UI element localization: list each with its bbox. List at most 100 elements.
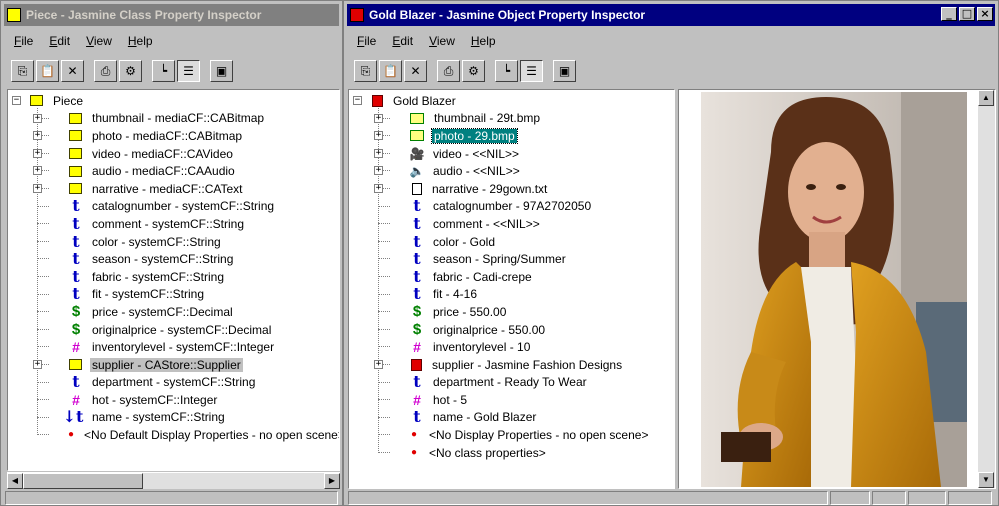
- paste-icon[interactable]: 📋: [36, 60, 59, 82]
- print-icon[interactable]: ⎙: [94, 60, 117, 82]
- class-folder-icon: [69, 165, 82, 177]
- menu-view[interactable]: View: [86, 34, 112, 48]
- tree-item[interactable]: + photo - mediaCF::CABitmap: [8, 127, 339, 145]
- expand-icon[interactable]: +: [374, 148, 383, 158]
- tree-item[interactable]: t comment - systemCF::String: [8, 215, 339, 233]
- properties-icon[interactable]: ⚙: [462, 60, 485, 82]
- expand-icon[interactable]: +: [374, 131, 383, 141]
- tree-item[interactable]: t fabric - Cadi-crepe: [349, 268, 674, 286]
- scroll-right-icon[interactable]: ▶: [324, 473, 340, 489]
- expand-icon[interactable]: +: [33, 148, 42, 158]
- tree-item[interactable]: ↓t name - systemCF::String: [8, 409, 339, 427]
- close-icon[interactable]: ×: [977, 7, 993, 21]
- tree-connector: [37, 381, 49, 383]
- expand-icon[interactable]: +: [33, 166, 42, 176]
- tree-item[interactable]: t department - Ready To Wear: [349, 374, 674, 392]
- tree-item[interactable]: ● <No Display Properties - no open scene>: [349, 426, 674, 444]
- tree-item[interactable]: t color - systemCF::String: [8, 233, 339, 251]
- menu-view[interactable]: View: [429, 34, 455, 48]
- expand-icon[interactable]: +: [33, 183, 42, 193]
- tree-item[interactable]: + thumbnail - 29t.bmp: [349, 110, 674, 128]
- tree-item[interactable]: $ originalprice - 550.00: [349, 321, 674, 339]
- tree-item[interactable]: t fit - 4-16: [349, 286, 674, 304]
- tree-view-icon[interactable]: ┕: [152, 60, 175, 82]
- tree-item[interactable]: t season - Spring/Summer: [349, 250, 674, 268]
- tree-item[interactable]: t catalognumber - systemCF::String: [8, 198, 339, 216]
- menu-file[interactable]: File: [14, 34, 33, 48]
- tree-item[interactable]: t comment - <<NIL>>: [349, 215, 674, 233]
- tree-item[interactable]: t fabric - systemCF::String: [8, 268, 339, 286]
- tree-item[interactable]: ● <No Default Display Properties - no ope…: [8, 426, 339, 444]
- expand-icon[interactable]: +: [33, 131, 42, 141]
- tree-item[interactable]: + photo - 29.bmp: [349, 127, 674, 145]
- tree-view-icon[interactable]: ┕: [495, 60, 518, 82]
- tree-item[interactable]: + supplier - Jasmine Fashion Designs: [349, 356, 674, 374]
- tree-connector: [378, 451, 390, 453]
- vertical-scrollbar[interactable]: ▲ ▼: [978, 90, 995, 488]
- tree-item[interactable]: t catalognumber - 97A2702050: [349, 198, 674, 216]
- tree-item[interactable]: t season - systemCF::String: [8, 250, 339, 268]
- tree-item[interactable]: $ originalprice - systemCF::Decimal: [8, 321, 339, 339]
- expand-icon[interactable]: +: [374, 359, 383, 369]
- expand-icon[interactable]: +: [33, 359, 42, 369]
- list-view-icon[interactable]: ☰: [520, 60, 543, 82]
- object-inspector-titlebar[interactable]: Gold Blazer - Jasmine Object Property In…: [347, 4, 995, 26]
- scroll-left-icon[interactable]: ◀: [7, 473, 23, 489]
- menu-help[interactable]: Help: [128, 34, 153, 48]
- tree-item[interactable]: + thumbnail - mediaCF::CABitmap: [8, 110, 339, 128]
- expand-icon[interactable]: +: [33, 113, 42, 123]
- collapse-icon[interactable]: −: [353, 96, 362, 105]
- scroll-down-icon[interactable]: ▼: [978, 472, 994, 488]
- menu-help[interactable]: Help: [471, 34, 496, 48]
- copy-icon[interactable]: ⎘: [354, 60, 377, 82]
- minimize-icon[interactable]: _: [941, 7, 957, 21]
- scroll-up-icon[interactable]: ▲: [978, 90, 994, 106]
- maximize-icon[interactable]: □: [959, 7, 975, 21]
- object-property-tree[interactable]: − Gold Blazer + thumbnail - 29t.bmp + photo -…: [348, 89, 675, 489]
- menu-edit[interactable]: Edit: [392, 34, 413, 48]
- tree-item[interactable]: t name - Gold Blazer: [349, 409, 674, 427]
- tree-item[interactable]: # inventorylevel - 10: [349, 338, 674, 356]
- expand-icon[interactable]: +: [374, 183, 383, 193]
- tree-item[interactable]: + narrative - mediaCF::CAText: [8, 180, 339, 198]
- tree-item[interactable]: ● <No class properties>: [349, 444, 674, 462]
- tree-item[interactable]: t department - systemCF::String: [8, 374, 339, 392]
- tree-item[interactable]: t fit - systemCF::String: [8, 286, 339, 304]
- properties-icon[interactable]: ⚙: [119, 60, 142, 82]
- expand-icon[interactable]: +: [374, 166, 383, 176]
- string-type-icon: t: [413, 372, 421, 392]
- tree-item[interactable]: + 🔈 audio - <<NIL>>: [349, 162, 674, 180]
- tree-item[interactable]: # hot - 5: [349, 391, 674, 409]
- tree-item[interactable]: # hot - systemCF::Integer: [8, 391, 339, 409]
- copy-icon[interactable]: ⎘: [11, 60, 34, 82]
- tree-item[interactable]: + video - mediaCF::CAVideo: [8, 145, 339, 163]
- tree-connector: [37, 346, 49, 348]
- tree-root[interactable]: − Gold Blazer: [349, 92, 674, 110]
- menu-edit[interactable]: Edit: [49, 34, 70, 48]
- expand-icon[interactable]: +: [374, 113, 383, 123]
- tree-item[interactable]: $ price - 550.00: [349, 303, 674, 321]
- menu-file[interactable]: File: [357, 34, 376, 48]
- window-icon[interactable]: ▣: [210, 60, 233, 82]
- class-inspector-titlebar[interactable]: Piece - Jasmine Class Property Inspector: [4, 4, 339, 26]
- tree-root[interactable]: − Piece: [8, 92, 339, 110]
- tree-item[interactable]: $ price - systemCF::Decimal: [8, 303, 339, 321]
- tree-item[interactable]: t color - Gold: [349, 233, 674, 251]
- tree-connector: [378, 328, 390, 330]
- tree-item[interactable]: # inventorylevel - systemCF::Integer: [8, 338, 339, 356]
- list-view-icon[interactable]: ☰: [177, 60, 200, 82]
- delete-icon[interactable]: ✕: [404, 60, 427, 82]
- delete-icon[interactable]: ✕: [61, 60, 84, 82]
- window-icon[interactable]: ▣: [553, 60, 576, 82]
- print-icon[interactable]: ⎙: [437, 60, 460, 82]
- paste-icon[interactable]: 📋: [379, 60, 402, 82]
- tree-item[interactable]: + audio - mediaCF::CAAudio: [8, 162, 339, 180]
- scroll-thumb[interactable]: [23, 473, 143, 489]
- horizontal-scrollbar[interactable]: ◀ ▶: [7, 472, 340, 489]
- tree-item[interactable]: + supplier - CAStore::Supplier: [8, 356, 339, 374]
- collapse-icon[interactable]: −: [12, 96, 21, 105]
- tree-item[interactable]: + 🎥 video - <<NIL>>: [349, 145, 674, 163]
- tree-item[interactable]: + narrative - 29gown.txt: [349, 180, 674, 198]
- class-property-tree[interactable]: − Piece + thumbnail - mediaCF::CABitmap + pho…: [7, 89, 340, 471]
- tree-connector: [37, 258, 49, 260]
